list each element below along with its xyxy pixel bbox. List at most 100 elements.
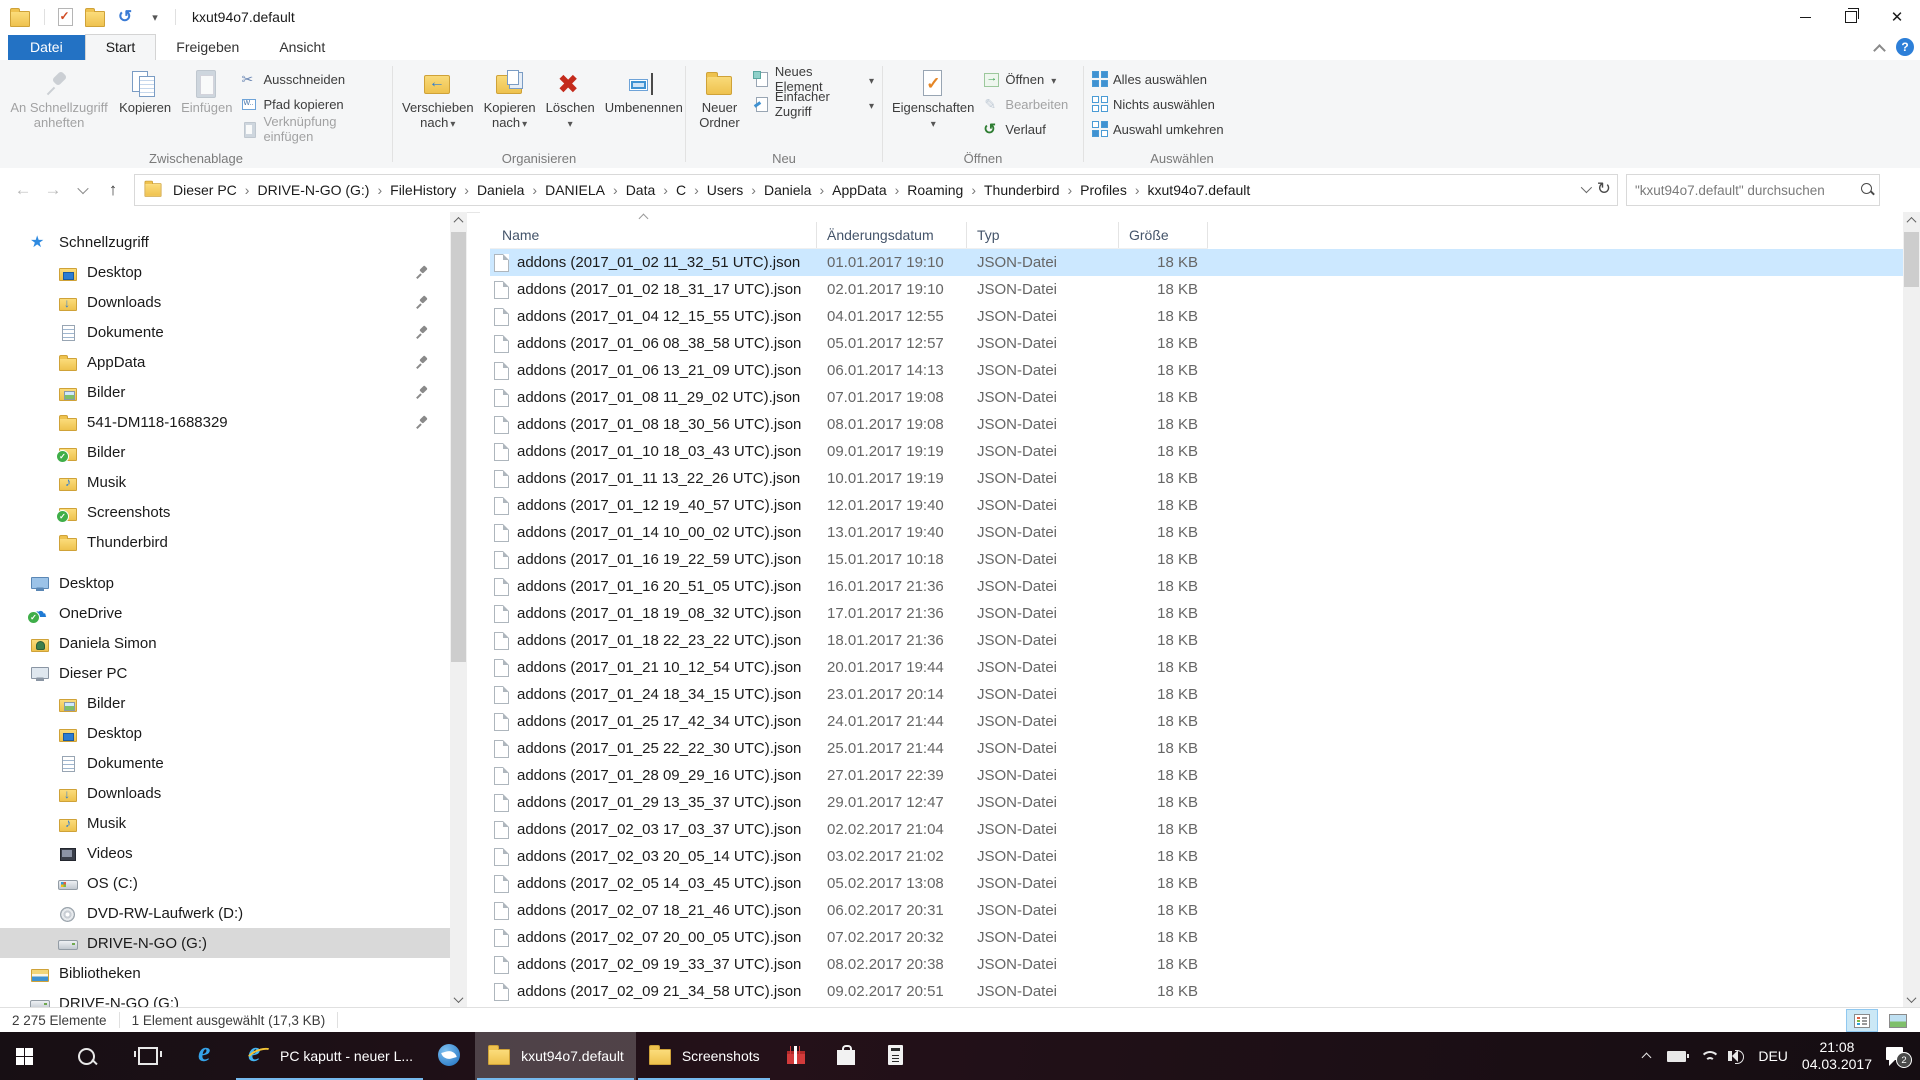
- ribbon-tab[interactable]: Ansicht: [259, 35, 345, 60]
- up-button[interactable]: ↑: [98, 175, 128, 205]
- scrollbar-thumb[interactable]: [451, 232, 466, 662]
- file-row[interactable]: addons (2017_02_09 19_33_37 UTC).json 08…: [490, 951, 1903, 978]
- paste-button[interactable]: Einfügen: [176, 66, 237, 117]
- tab-datei[interactable]: Datei: [8, 35, 85, 60]
- sidebar-item[interactable]: Musik: [0, 467, 450, 497]
- breadcrumb-item[interactable]: Daniela›: [473, 180, 541, 200]
- sidebar-item[interactable]: Desktop: [0, 568, 450, 598]
- sidebar-item[interactable]: AppData: [0, 347, 450, 377]
- details-view-button[interactable]: [1846, 1009, 1878, 1032]
- easy-access-button[interactable]: Einfacher Zugriff: [749, 94, 878, 114]
- file-row[interactable]: addons (2017_01_02 11_32_51 UTC).json 01…: [490, 249, 1903, 276]
- start-button[interactable]: [0, 1032, 48, 1080]
- volume-icon[interactable]: [1732, 1050, 1738, 1062]
- file-row[interactable]: addons (2017_01_08 18_30_56 UTC).json 08…: [490, 411, 1903, 438]
- scroll-down-arrow[interactable]: [1903, 991, 1920, 1008]
- column-header-size[interactable]: Größe: [1119, 222, 1208, 248]
- file-row[interactable]: addons (2017_02_03 20_05_14 UTC).json 03…: [490, 843, 1903, 870]
- close-button[interactable]: ✕: [1874, 0, 1920, 34]
- sidebar-item[interactable]: Dieser PC: [0, 658, 450, 688]
- new-item-button[interactable]: Neues Element: [749, 69, 878, 89]
- file-row[interactable]: addons (2017_02_07 20_00_05 UTC).json 07…: [490, 924, 1903, 951]
- properties-button[interactable]: Eigenschaften: [887, 66, 979, 132]
- file-row[interactable]: addons (2017_01_04 12_15_55 UTC).json 04…: [490, 303, 1903, 330]
- invert-selection-button[interactable]: Auswahl umkehren: [1088, 119, 1228, 139]
- clock[interactable]: 21:08 04.03.2017: [1802, 1039, 1872, 1073]
- task-view-button[interactable]: [124, 1032, 172, 1080]
- scrollbar-thumb[interactable]: [1904, 232, 1919, 287]
- file-row[interactable]: addons (2017_01_08 11_29_02 UTC).json 07…: [490, 384, 1903, 411]
- file-row[interactable]: addons (2017_01_16 19_22_59 UTC).json 15…: [490, 546, 1903, 573]
- sidebar-item[interactable]: 541-DM118-1688329: [0, 407, 450, 437]
- sidebar-item[interactable]: Dokumente: [0, 317, 450, 347]
- taskbar-app-button[interactable]: kxut94o7.default: [475, 1032, 636, 1080]
- file-row[interactable]: addons (2017_01_29 13_35_37 UTC).json 29…: [490, 789, 1903, 816]
- taskbar-app-button[interactable]: [872, 1032, 922, 1080]
- copy-path-button[interactable]: Pfad kopieren: [237, 94, 388, 114]
- search-input[interactable]: [1627, 183, 1879, 198]
- sidebar-item[interactable]: Desktop: [0, 718, 450, 748]
- file-row[interactable]: addons (2017_01_21 10_12_54 UTC).json 20…: [490, 654, 1903, 681]
- copy-to-button[interactable]: Kopieren nach: [479, 66, 541, 134]
- sidebar-item[interactable]: Musik: [0, 808, 450, 838]
- thumbnails-view-button[interactable]: [1882, 1009, 1914, 1032]
- taskbar-app-button[interactable]: [822, 1032, 872, 1080]
- sidebar-item[interactable]: DRIVE-N-GO (G:): [0, 928, 450, 958]
- file-row[interactable]: addons (2017_01_28 09_29_16 UTC).json 27…: [490, 762, 1903, 789]
- delete-button[interactable]: Löschen: [541, 66, 600, 132]
- taskbar-app-button[interactable]: PC kaputt - neuer L...: [234, 1032, 425, 1080]
- open-button[interactable]: Öffnen: [979, 69, 1072, 89]
- breadcrumb-item[interactable]: Roaming›: [903, 180, 980, 200]
- sidebar-item[interactable]: DRIVE-N-GO (G:): [0, 988, 450, 1008]
- recent-locations-dropdown[interactable]: [68, 175, 98, 205]
- file-row[interactable]: addons (2017_01_12 19_40_57 UTC).json 12…: [490, 492, 1903, 519]
- rename-button[interactable]: Umbenennen: [600, 66, 688, 117]
- select-all-button[interactable]: Alles auswählen: [1088, 69, 1228, 89]
- file-row[interactable]: addons (2017_01_25 17_42_34 UTC).json 24…: [490, 708, 1903, 735]
- tray-expand-icon[interactable]: [1643, 1051, 1653, 1061]
- file-row[interactable]: addons (2017_01_25 22_22_30 UTC).json 25…: [490, 735, 1903, 762]
- back-button[interactable]: ←: [8, 175, 38, 205]
- pin-to-quick-access-button[interactable]: An Schnellzugriff anheften: [4, 66, 114, 132]
- sidebar-item[interactable]: Thunderbird: [0, 527, 450, 557]
- sidebar-item[interactable]: Downloads: [0, 287, 450, 317]
- file-row[interactable]: addons (2017_02_07 18_21_46 UTC).json 06…: [490, 897, 1903, 924]
- select-none-button[interactable]: Nichts auswählen: [1088, 94, 1228, 114]
- breadcrumb-item[interactable]: Thunderbird›: [980, 180, 1076, 200]
- help-icon[interactable]: ?: [1896, 38, 1914, 56]
- sidebar-item[interactable]: Schnellzugriff: [0, 227, 450, 257]
- taskbar-app-button[interactable]: [425, 1032, 475, 1080]
- address-dropdown-icon[interactable]: [1581, 185, 1589, 193]
- sidebar-item[interactable]: Dokumente: [0, 748, 450, 778]
- file-list-scrollbar[interactable]: [1903, 212, 1920, 1008]
- breadcrumb-item[interactable]: DANIELA›: [541, 180, 622, 200]
- file-row[interactable]: addons (2017_01_14 10_00_02 UTC).json 13…: [490, 519, 1903, 546]
- taskbar-app-button[interactable]: Screenshots: [636, 1032, 772, 1080]
- sidebar-item[interactable]: OneDrive: [0, 598, 450, 628]
- breadcrumb-item[interactable]: Daniela›: [760, 180, 828, 200]
- copy-button[interactable]: Kopieren: [114, 66, 176, 117]
- history-button[interactable]: Verlauf: [979, 119, 1072, 139]
- breadcrumb-item[interactable]: FileHistory›: [386, 180, 473, 200]
- breadcrumb-item[interactable]: Dieser PC›: [169, 180, 253, 200]
- column-header-name[interactable]: Name: [490, 222, 817, 248]
- language-indicator[interactable]: DEU: [1758, 1048, 1788, 1064]
- file-row[interactable]: addons (2017_01_06 13_21_09 UTC).json 06…: [490, 357, 1903, 384]
- paste-shortcut-button[interactable]: Verknüpfung einfügen: [237, 119, 388, 139]
- scroll-down-arrow[interactable]: [450, 991, 467, 1008]
- search-icon[interactable]: [1861, 183, 1872, 194]
- breadcrumb-item[interactable]: DRIVE-N-GO (G:)›: [253, 180, 386, 200]
- sidebar-item[interactable]: Daniela Simon: [0, 628, 450, 658]
- file-row[interactable]: addons (2017_02_09 21_34_58 UTC).json 09…: [490, 978, 1903, 1005]
- file-row[interactable]: addons (2017_01_18 22_23_22 UTC).json 18…: [490, 627, 1903, 654]
- file-row[interactable]: addons (2017_02_05 14_03_45 UTC).json 05…: [490, 870, 1903, 897]
- qat-customize-dropdown[interactable]: [145, 7, 165, 27]
- network-icon[interactable]: [1700, 1050, 1718, 1063]
- sidebar-item[interactable]: Bibliotheken: [0, 958, 450, 988]
- qat-undo-button[interactable]: [115, 7, 135, 27]
- sidebar-item[interactable]: Desktop: [0, 257, 450, 287]
- scroll-up-arrow[interactable]: [1903, 212, 1920, 229]
- refresh-icon[interactable]: [1597, 179, 1611, 199]
- cut-button[interactable]: Ausschneiden: [237, 69, 388, 89]
- sidebar-item[interactable]: Screenshots: [0, 497, 450, 527]
